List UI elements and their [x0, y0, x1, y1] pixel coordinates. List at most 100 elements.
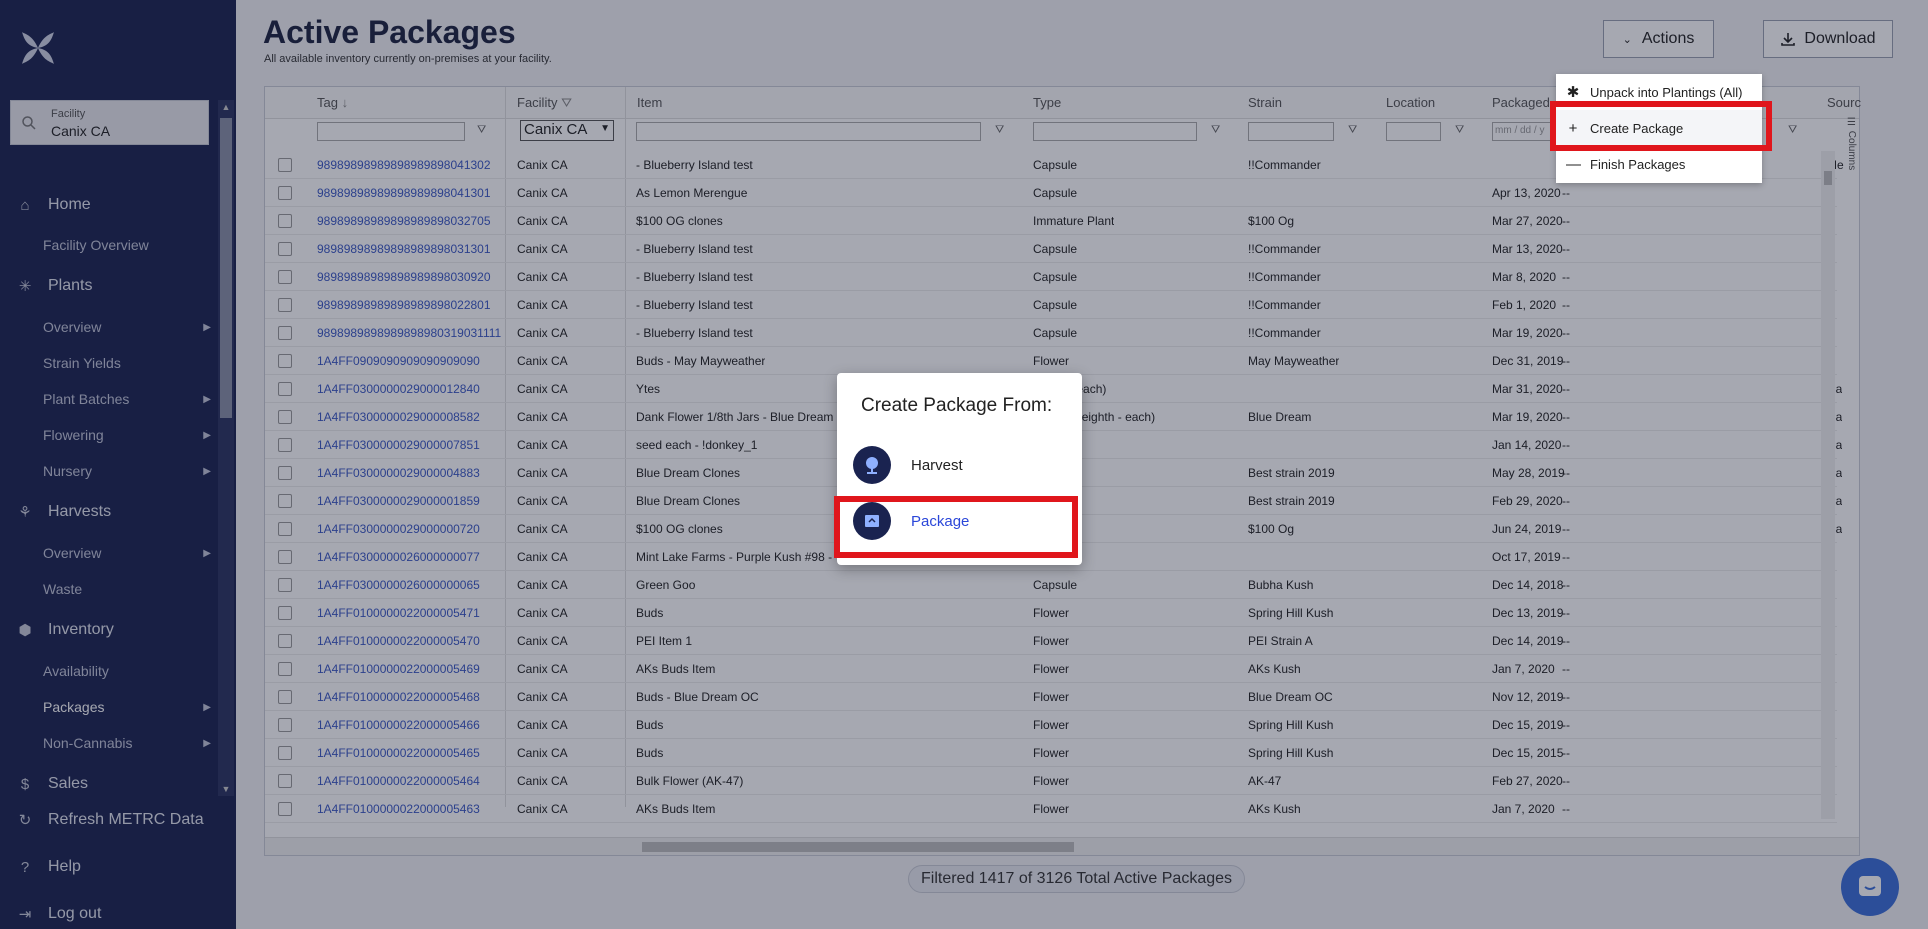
row-checkbox[interactable]: [278, 494, 292, 508]
actions-button[interactable]: ⌄ Actions: [1603, 20, 1714, 58]
cell-tag[interactable]: 98989898989898989898030920: [317, 270, 491, 284]
row-checkbox[interactable]: [278, 774, 292, 788]
table-vscroll-thumb[interactable]: [1824, 171, 1832, 185]
row-checkbox[interactable]: [278, 690, 292, 704]
table-row[interactable]: 1A4FF0100000022000005470 Canix CA PEI Item…: [265, 627, 1837, 655]
nav-plant-batches[interactable]: Plant Batches ▶: [43, 387, 211, 411]
cell-tag[interactable]: 1A4FF0100000022000005465: [317, 746, 480, 760]
row-checkbox[interactable]: [278, 382, 292, 396]
row-checkbox[interactable]: [278, 158, 292, 172]
nav-flowering[interactable]: Flowering ▶: [43, 423, 211, 447]
cell-tag[interactable]: 1A4FF0100000022000005469: [317, 662, 480, 676]
table-row[interactable]: 98989898989898989898031301 Canix CA - Blue…: [265, 235, 1837, 263]
cell-tag[interactable]: 1A4FF0300000029000008582: [317, 410, 480, 424]
scroll-down-icon[interactable]: ▼: [221, 784, 231, 794]
cell-tag[interactable]: 1A4FF0100000022000005468: [317, 690, 480, 704]
nav-strain-yields[interactable]: Strain Yields: [43, 351, 211, 375]
filter-icon[interactable]: ⛛: [995, 124, 1004, 137]
download-button[interactable]: Download: [1763, 20, 1893, 58]
cell-tag[interactable]: 1A4FF0300000029000004883: [317, 466, 480, 480]
menu-finish-packages[interactable]: — Finish Packages: [1556, 146, 1762, 182]
header-item[interactable]: Item: [637, 95, 662, 110]
cell-tag[interactable]: 1A4FF0300000029000007851: [317, 438, 480, 452]
cell-tag[interactable]: 1A4FF0100000022000005464: [317, 774, 480, 788]
nav-harvests[interactable]: ⚘ Harvests: [0, 497, 111, 527]
row-checkbox[interactable]: [278, 606, 292, 620]
nav-facility-overview[interactable]: Facility Overview: [43, 233, 211, 257]
table-horizontal-scrollbar[interactable]: [265, 837, 1859, 855]
table-row[interactable]: 1A4FF0100000022000005469 Canix CA AKs Buds…: [265, 655, 1837, 683]
nav-plants[interactable]: ✳ Plants: [0, 271, 93, 301]
header-facility[interactable]: Facility ⛛: [517, 95, 572, 111]
nav-harvests-overview[interactable]: Overview ▶: [43, 541, 211, 565]
table-row[interactable]: 1A4FF0909090909090909090 Canix CA Buds - M…: [265, 347, 1837, 375]
table-row[interactable]: 98989898989898989898030920 Canix CA - Blue…: [265, 263, 1837, 291]
row-checkbox[interactable]: [278, 746, 292, 760]
cell-tag[interactable]: 1A4FF0300000029000000720: [317, 522, 480, 536]
location-filter-input[interactable]: [1386, 122, 1441, 141]
chat-support-button[interactable]: [1841, 858, 1899, 916]
row-checkbox[interactable]: [278, 522, 292, 536]
row-checkbox[interactable]: [278, 410, 292, 424]
header-tag[interactable]: Tag ↓: [317, 95, 348, 110]
sidebar-scrollbar[interactable]: ▲ ▼: [218, 100, 234, 796]
row-checkbox[interactable]: [278, 186, 292, 200]
row-checkbox[interactable]: [278, 634, 292, 648]
cell-tag[interactable]: 9898989898989898980319031111: [317, 326, 501, 340]
header-strain[interactable]: Strain: [1248, 95, 1282, 110]
header-type[interactable]: Type: [1033, 95, 1061, 110]
row-checkbox[interactable]: [278, 214, 292, 228]
row-checkbox[interactable]: [278, 354, 292, 368]
table-row[interactable]: 1A4FF0100000022000005468 Canix CA Buds - B…: [265, 683, 1837, 711]
table-hscroll-thumb[interactable]: [642, 842, 1074, 852]
row-checkbox[interactable]: [278, 662, 292, 676]
cell-tag[interactable]: 1A4FF0909090909090909090: [317, 354, 480, 368]
cell-tag[interactable]: 1A4FF0100000022000005466: [317, 718, 480, 732]
cell-tag[interactable]: 98989898989898989898041302: [317, 158, 491, 172]
row-checkbox[interactable]: [278, 466, 292, 480]
sidebar-scroll-thumb[interactable]: [220, 118, 232, 418]
row-checkbox[interactable]: [278, 438, 292, 452]
cell-tag[interactable]: 1A4FF0100000022000005471: [317, 606, 480, 620]
filter-icon[interactable]: ⛛: [1348, 124, 1357, 137]
strain-filter-input[interactable]: [1248, 122, 1334, 141]
cell-tag[interactable]: 1A4FF0100000022000005463: [317, 802, 480, 816]
table-row[interactable]: 1A4FF0100000022000005464 Canix CA Bulk Flo…: [265, 767, 1837, 795]
cell-tag[interactable]: 1A4FF0300000026000000077: [317, 550, 480, 564]
packaged-date-filter[interactable]: mm / dd / y: [1492, 122, 1552, 141]
filter-icon[interactable]: ⛛: [1788, 124, 1797, 137]
row-checkbox[interactable]: [278, 242, 292, 256]
row-checkbox[interactable]: [278, 550, 292, 564]
facility-filter-select[interactable]: Canix CA ▼: [520, 120, 614, 141]
table-row[interactable]: 1A4FF0100000022000005465 Canix CA Buds Flow…: [265, 739, 1837, 767]
canix-logo-icon[interactable]: [18, 28, 58, 68]
cell-tag[interactable]: 98989898989898989898031301: [317, 242, 491, 256]
cell-tag[interactable]: 1A4FF0300000026000000065: [317, 578, 480, 592]
nav-plants-overview[interactable]: Overview ▶: [43, 315, 211, 339]
filter-icon[interactable]: ⛛: [1455, 124, 1464, 137]
nav-inventory[interactable]: ⬢ Inventory: [0, 615, 113, 645]
facility-selector[interactable]: Facility Canix CA: [10, 100, 209, 145]
nav-home[interactable]: ⌂ Home: [0, 190, 90, 220]
cell-tag[interactable]: 1A4FF0300000029000012840: [317, 382, 480, 396]
cell-tag[interactable]: 98989898989898989898022801: [317, 298, 491, 312]
nav-packages[interactable]: Packages ▶: [43, 695, 211, 719]
cell-tag[interactable]: 1A4FF0100000022000005470: [317, 634, 480, 648]
nav-refresh-metrc[interactable]: ↻ Refresh METRC Data: [0, 805, 204, 835]
table-row[interactable]: 98989898989898989898041301 Canix CA As Lem…: [265, 179, 1837, 207]
nav-nursery[interactable]: Nursery ▶: [43, 459, 211, 483]
nav-logout[interactable]: ⇥ Log out: [0, 899, 102, 929]
header-location[interactable]: Location: [1386, 95, 1435, 110]
row-checkbox[interactable]: [278, 718, 292, 732]
cell-tag[interactable]: 98989898989898989898041301: [317, 186, 491, 200]
row-checkbox[interactable]: [278, 802, 292, 816]
nav-waste[interactable]: Waste: [43, 577, 211, 601]
header-packaged[interactable]: Packaged: [1492, 95, 1550, 110]
table-row[interactable]: 98989898989898989898032705 Canix CA $100 O…: [265, 207, 1837, 235]
table-row[interactable]: 98989898989898989898022801 Canix CA - Blue…: [265, 291, 1837, 319]
nav-help[interactable]: ? Help: [0, 852, 81, 882]
table-vertical-scrollbar[interactable]: [1821, 151, 1835, 819]
row-checkbox[interactable]: [278, 326, 292, 340]
columns-panel-toggle[interactable]: ☰ Columns: [1837, 117, 1857, 170]
table-row[interactable]: 1A4FF0300000026000000065 Canix CA Green Go…: [265, 571, 1837, 599]
